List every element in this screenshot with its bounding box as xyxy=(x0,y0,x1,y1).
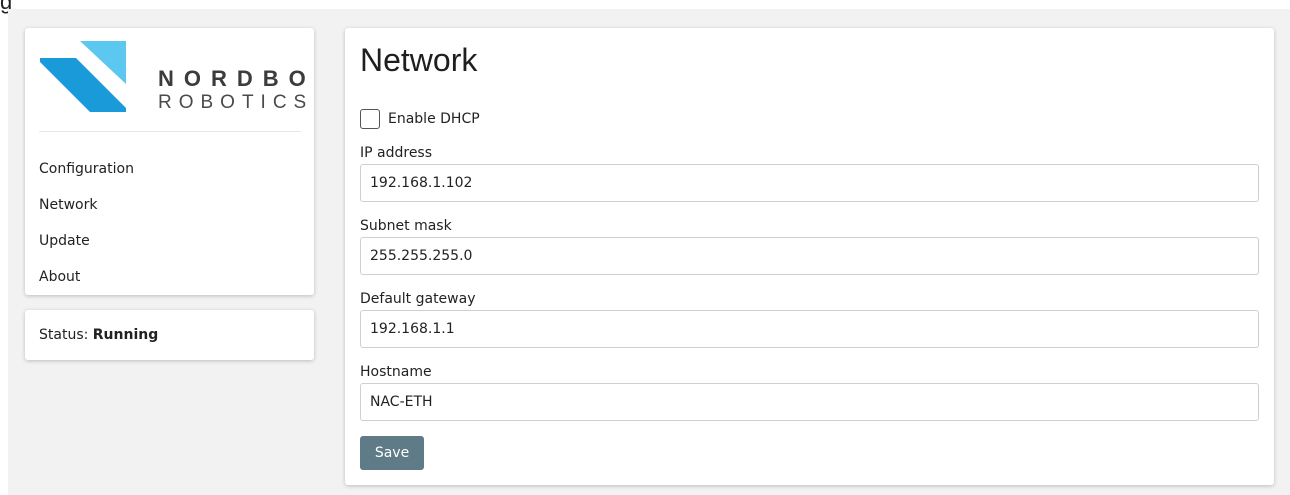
hostname-input[interactable] xyxy=(360,383,1259,421)
dhcp-toggle-row: Enable DHCP xyxy=(360,108,480,130)
brand-mark-icon xyxy=(40,41,126,112)
brand-logo: NORDBO ROBOTICS xyxy=(38,39,306,129)
status-value: Running xyxy=(92,327,159,343)
brand-name-line2: ROBOTICS xyxy=(158,92,314,113)
sidebar-item-about[interactable]: About xyxy=(39,263,134,299)
default-gateway-label: Default gateway xyxy=(360,291,476,307)
subnet-mask-label: Subnet mask xyxy=(360,218,452,234)
status-card: Status: Running xyxy=(25,310,314,360)
enable-dhcp-label[interactable]: Enable DHCP xyxy=(388,111,480,127)
save-button[interactable]: Save xyxy=(360,436,424,470)
enable-dhcp-checkbox[interactable] xyxy=(360,109,380,129)
brand-name-line1: NORDBO xyxy=(158,66,316,91)
status-line: Status: Running xyxy=(39,327,158,343)
ip-address-label: IP address xyxy=(360,145,433,161)
subnet-mask-input[interactable] xyxy=(360,237,1259,275)
default-gateway-input[interactable] xyxy=(360,310,1259,348)
sidebar-nav-card: NORDBO ROBOTICS Configuration Network Up… xyxy=(25,28,314,295)
hostname-label: Hostname xyxy=(360,364,432,380)
page-title: Network xyxy=(360,42,478,78)
sidebar-item-configuration[interactable]: Configuration xyxy=(39,155,134,191)
status-label: Status: xyxy=(39,327,89,343)
sidebar-divider xyxy=(39,131,301,132)
sidebar-item-update[interactable]: Update xyxy=(39,227,134,263)
ip-address-input[interactable] xyxy=(360,164,1259,202)
sidebar-nav: Configuration Network Update About xyxy=(39,155,134,299)
sidebar-item-network[interactable]: Network xyxy=(39,191,134,227)
network-settings-card: Network Enable DHCP IP address Subnet ma… xyxy=(345,28,1274,485)
